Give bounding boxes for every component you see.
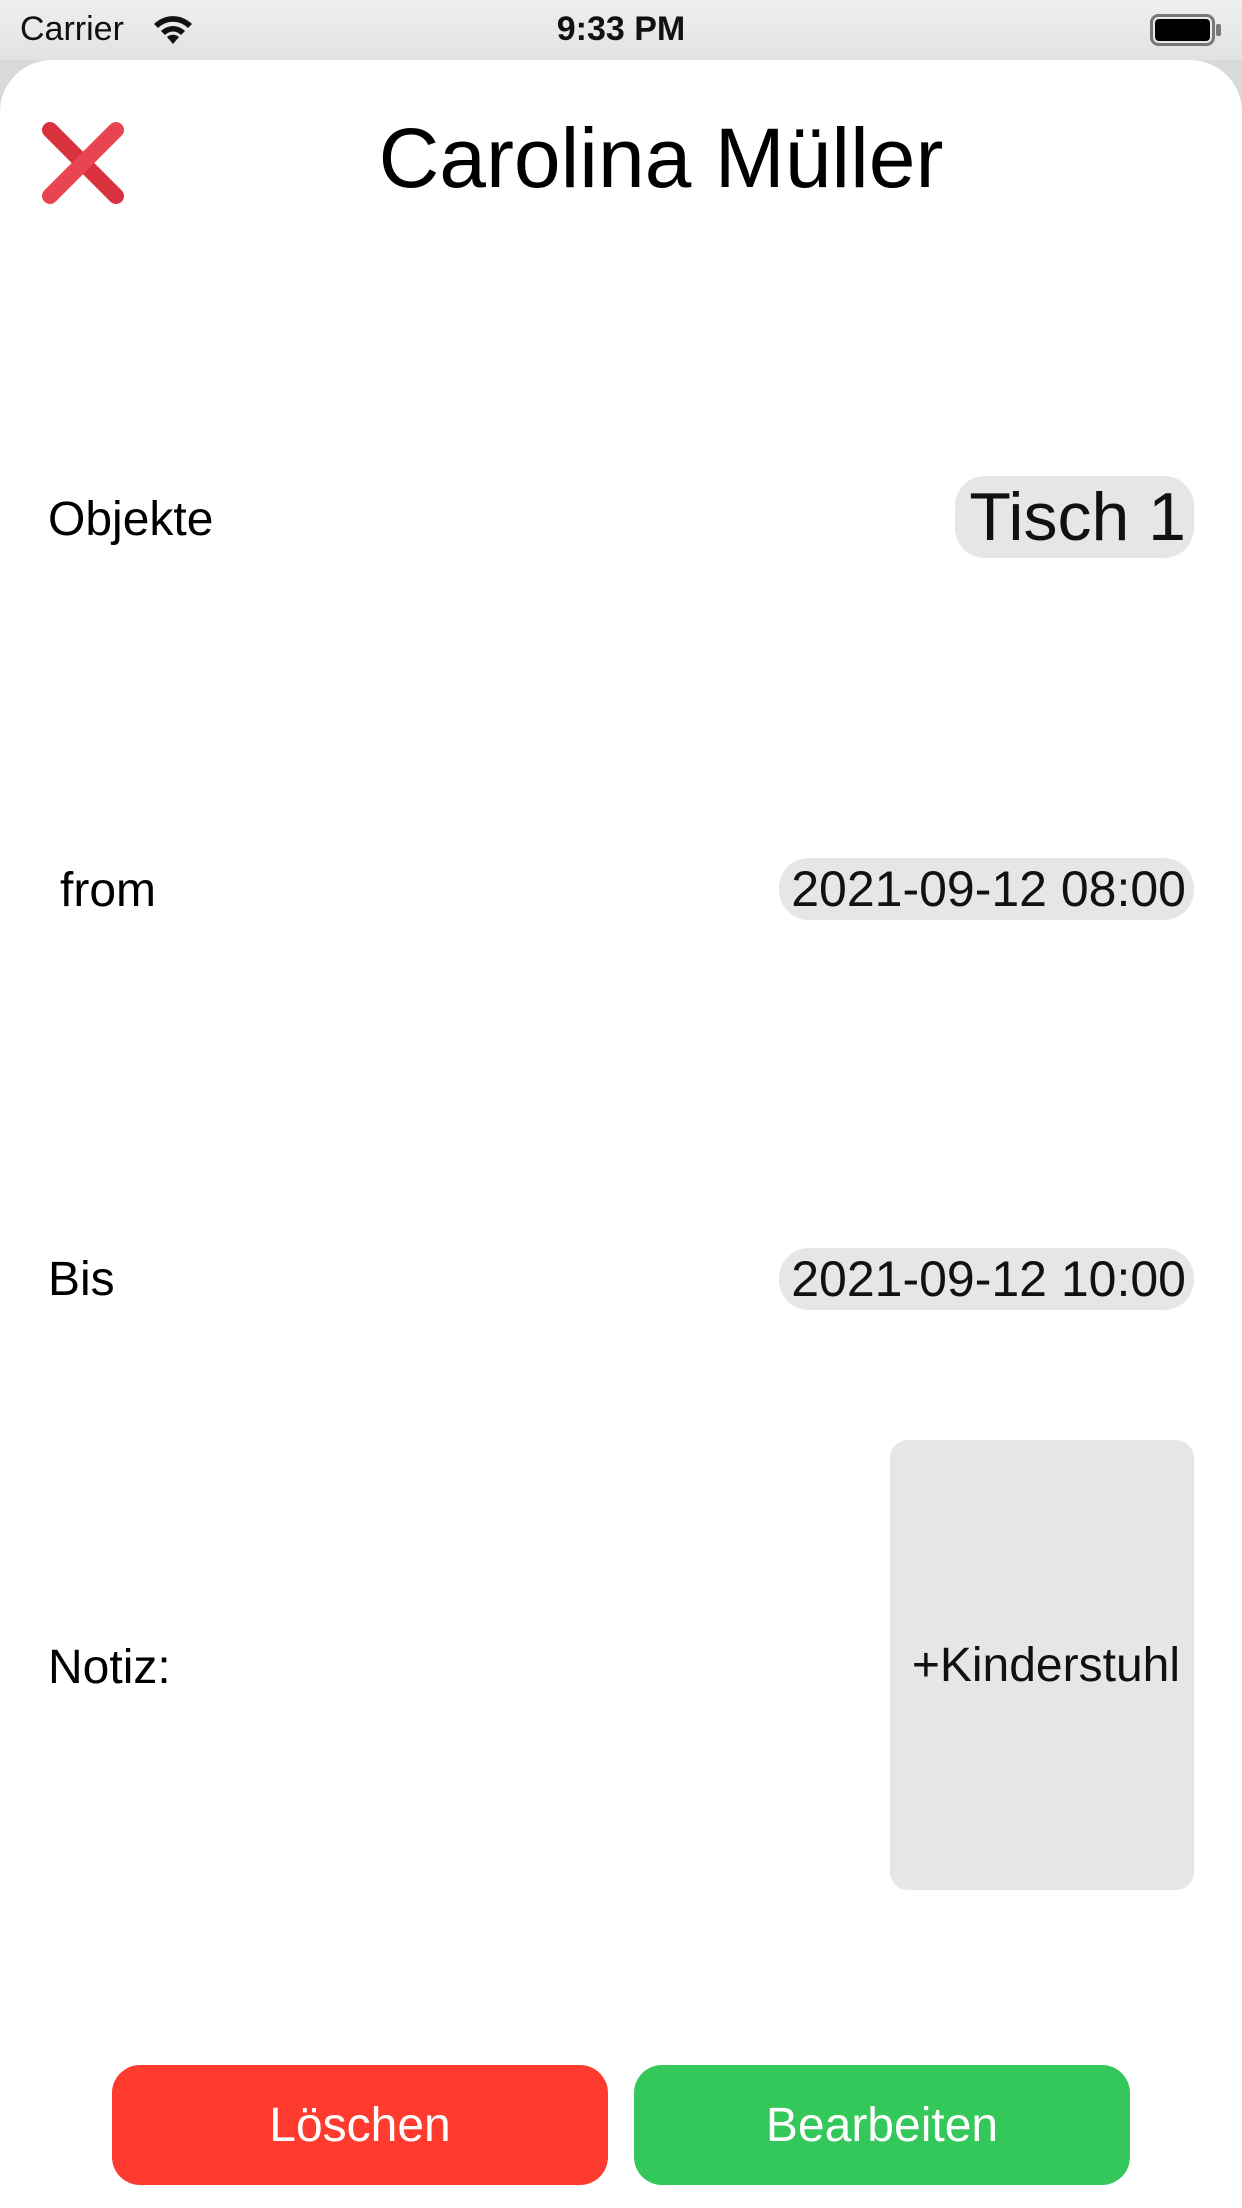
bis-date-picker[interactable]: 2021-09-12 10:00 [779,1248,1194,1310]
notiz-label: Notiz: [48,1641,171,1694]
edit-button[interactable]: Bearbeiten [634,2065,1130,2185]
objekte-label: Objekte [48,493,214,546]
clock-time: 9:33 PM [556,10,686,48]
from-label: from [60,864,156,917]
status-bar: Carrier 9:33 PM [0,0,1242,60]
objekte-value-field[interactable]: Tisch 1 [955,476,1194,558]
close-icon[interactable] [40,120,126,206]
reservation-sheet: Carolina Müller Objekte Tisch 1 from 202… [0,60,1242,2208]
delete-button[interactable]: Löschen [112,2065,608,2185]
notiz-textarea[interactable]: +Kinderstuhl [890,1440,1194,1890]
bis-label: Bis [48,1253,115,1306]
battery-icon [1150,14,1221,46]
from-date-picker[interactable]: 2021-09-12 08:00 [779,858,1194,920]
page-title: Carolina Müller [378,111,944,205]
